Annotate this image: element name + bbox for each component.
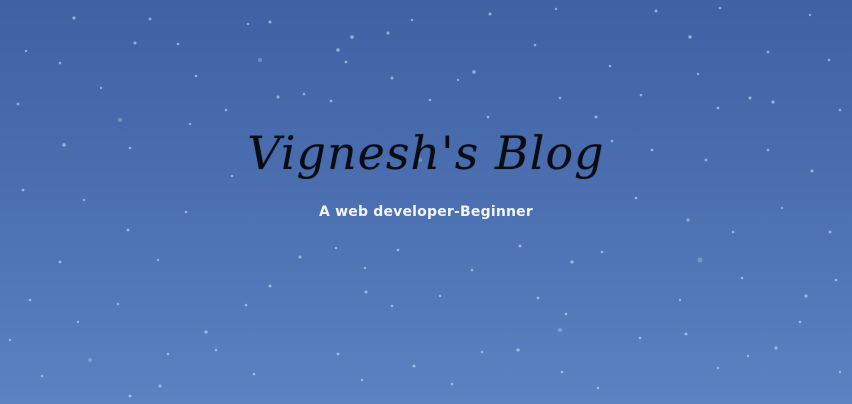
header-hero: Vignesh's Blog A web developer-Beginner <box>0 0 852 404</box>
blog-title[interactable]: Vignesh's Blog <box>0 118 852 188</box>
blog-tagline: A web developer-Beginner <box>319 204 533 220</box>
